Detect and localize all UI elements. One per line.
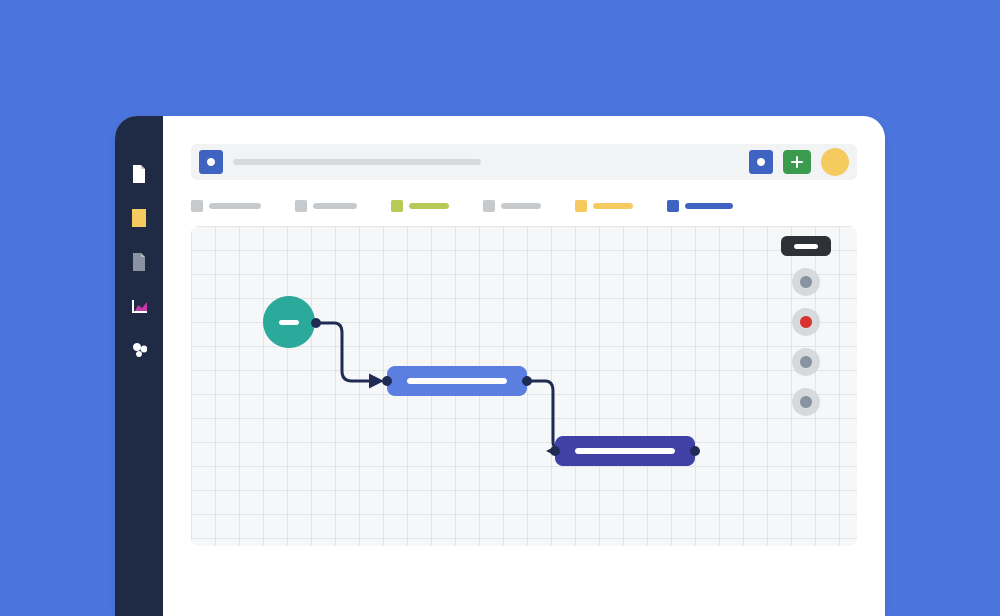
sidebar <box>115 116 163 616</box>
tool-panel-header[interactable] <box>781 236 831 256</box>
tab-swatch <box>483 200 495 212</box>
topbar <box>191 144 857 180</box>
tool-indicator <box>800 396 812 408</box>
tab-swatch <box>295 200 307 212</box>
notifications-button[interactable] <box>749 150 773 174</box>
flow-edge <box>316 323 381 381</box>
flow-port[interactable] <box>311 318 321 328</box>
flow-node-label <box>575 448 675 454</box>
tab-label <box>409 203 449 209</box>
flow-node-label <box>407 378 507 384</box>
tool-indicator <box>800 316 812 328</box>
tab-3[interactable] <box>483 200 541 212</box>
tab-0[interactable] <box>191 200 261 212</box>
tab-4[interactable] <box>575 200 633 212</box>
tab-swatch <box>575 200 587 212</box>
tab-label <box>685 203 733 209</box>
tab-label <box>313 203 357 209</box>
flow-node-step2[interactable] <box>555 436 695 466</box>
flow-port[interactable] <box>690 446 700 456</box>
file-icon-yellow[interactable] <box>131 208 147 228</box>
tool-indicator <box>800 356 812 368</box>
tool-gray-2[interactable] <box>792 348 820 376</box>
tool-record[interactable] <box>792 308 820 336</box>
project-badge[interactable] <box>199 150 223 174</box>
tab-label <box>209 203 261 209</box>
tool-panel <box>781 236 831 416</box>
tab-swatch <box>391 200 403 212</box>
app-window <box>115 116 885 616</box>
file-icon-gray[interactable] <box>131 252 147 272</box>
flow-node-step1[interactable] <box>387 366 527 396</box>
flow-port[interactable] <box>550 446 560 456</box>
tool-indicator <box>800 276 812 288</box>
flow-node-start[interactable] <box>263 296 315 348</box>
flow-port[interactable] <box>522 376 532 386</box>
chart-icon[interactable] <box>131 296 147 316</box>
tab-swatch <box>667 200 679 212</box>
add-button[interactable] <box>783 150 811 174</box>
tool-gray-1[interactable] <box>792 268 820 296</box>
tab-5[interactable] <box>667 200 733 212</box>
tab-1[interactable] <box>295 200 357 212</box>
tabs-row <box>191 196 857 216</box>
tool-gray-3[interactable] <box>792 388 820 416</box>
cluster-icon[interactable] <box>131 340 147 360</box>
flow-canvas[interactable] <box>191 226 857 546</box>
tab-label <box>593 203 633 209</box>
avatar[interactable] <box>821 148 849 176</box>
tab-label <box>501 203 541 209</box>
search-input[interactable] <box>233 159 481 165</box>
tab-swatch <box>191 200 203 212</box>
flow-port[interactable] <box>382 376 392 386</box>
tab-2[interactable] <box>391 200 449 212</box>
file-icon[interactable] <box>131 164 147 184</box>
